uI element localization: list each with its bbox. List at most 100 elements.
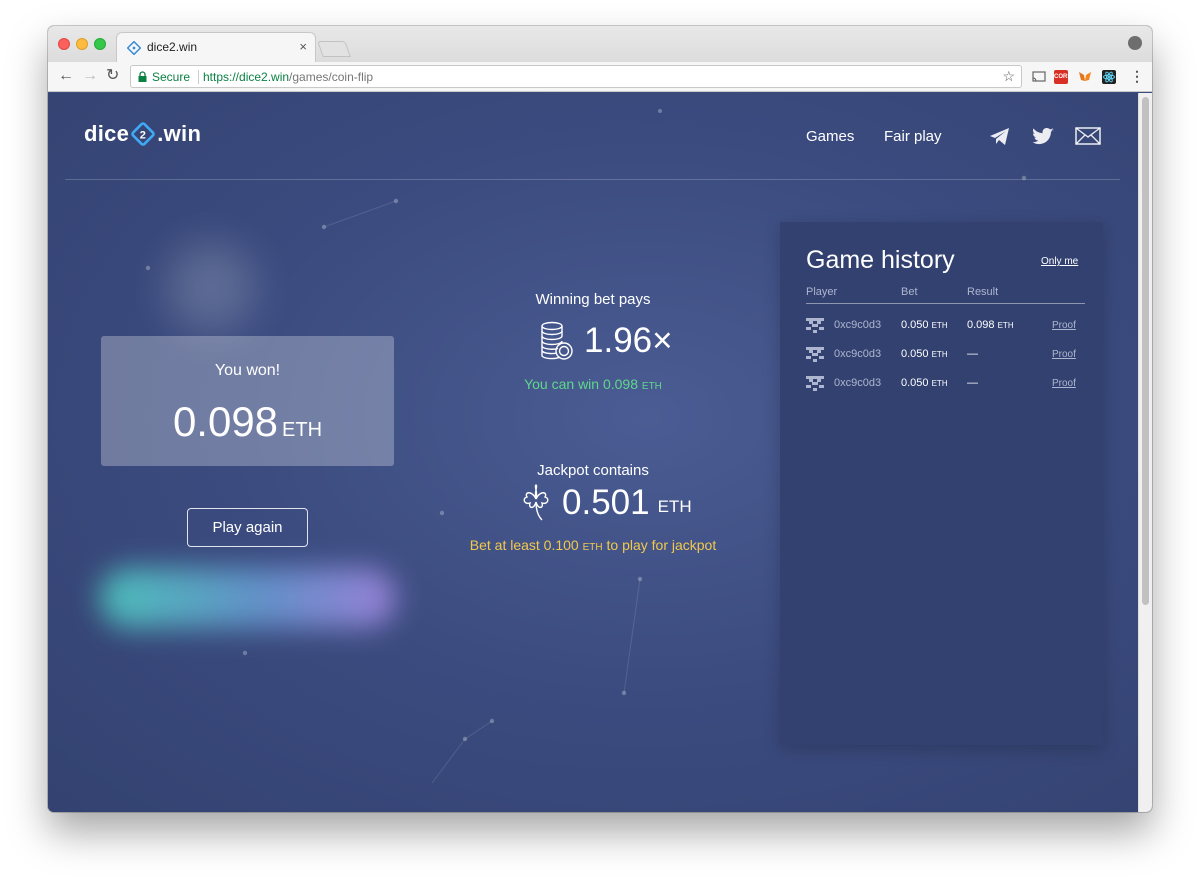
row-bet-value: 0.050: [901, 377, 929, 389]
row-result: 0.098 ETH: [967, 319, 1014, 331]
bookmark-star-icon[interactable]: ☆: [1002, 68, 1015, 85]
background-haze: [166, 243, 256, 333]
close-window-button[interactable]: [58, 38, 70, 50]
browser-toolbar: ← → ↻ Secure https://dice2.win/games/coi…: [48, 62, 1152, 92]
player-identicon-icon: [806, 376, 824, 391]
page-scrollbar[interactable]: [1138, 93, 1152, 812]
jackpot-note-suffix: to play for jackpot: [606, 537, 717, 553]
telegram-icon[interactable]: [989, 127, 1011, 147]
column-header-player: Player: [806, 286, 838, 298]
column-header-bet: Bet: [901, 286, 918, 298]
back-arrow-icon[interactable]: ←: [58, 67, 74, 85]
player-identicon-icon: [806, 318, 824, 333]
mail-icon[interactable]: [1075, 127, 1101, 145]
row-bet-unit: ETH: [931, 321, 948, 330]
react-devtools-icon[interactable]: [1102, 70, 1116, 84]
omnibox-divider: [198, 70, 199, 84]
jackpot-unit: ETH: [657, 497, 692, 516]
tab-close-icon[interactable]: ×: [299, 39, 307, 54]
row-result-unit: ETH: [997, 321, 1014, 330]
address-bar[interactable]: Secure https://dice2.win/games/coin-flip…: [130, 65, 1022, 88]
won-amount-unit: ETH: [282, 419, 323, 441]
jackpot-amount: 0.501 ETH: [520, 483, 692, 523]
row-result: —: [967, 348, 978, 360]
page-content: dice 2 .win Games Fair play You won! 0.0…: [48, 93, 1138, 812]
potential-win-text: You can win 0.098 ETH: [443, 376, 743, 392]
profile-icon[interactable]: [1128, 36, 1142, 50]
cors-extension-icon[interactable]: CORS: [1054, 70, 1071, 84]
row-result-value: —: [967, 377, 978, 389]
row-proof-link[interactable]: Proof: [1052, 320, 1076, 331]
row-player[interactable]: 0xc9c0d3: [834, 319, 881, 331]
logo-text-right: .win: [157, 121, 202, 146]
multiplier-value: 1.96×: [584, 321, 673, 360]
row-result-value: 0.098: [967, 319, 995, 331]
only-me-filter-link[interactable]: Only me: [1041, 256, 1078, 267]
result-amount: 0.098 ETH: [101, 398, 394, 446]
row-bet: 0.050 ETH: [901, 348, 948, 360]
potential-win-unit: ETH: [641, 381, 662, 392]
row-bet-value: 0.050: [901, 348, 929, 360]
jackpot-min-bet: Bet at least 0.100: [469, 537, 579, 553]
winning-bet-label: Winning bet pays: [535, 291, 651, 308]
row-proof-link[interactable]: Proof: [1052, 349, 1076, 360]
result-title: You won!: [214, 362, 281, 379]
header-divider: [65, 179, 1120, 180]
dice-favicon-icon: [127, 41, 141, 55]
forward-arrow-icon[interactable]: →: [82, 67, 98, 85]
row-result: —: [967, 377, 978, 389]
history-row: 0xc9c0d3 0.050 ETH 0.098 ETH Proof: [806, 317, 1085, 335]
clover-icon: [523, 484, 549, 521]
row-bet: 0.050 ETH: [901, 377, 948, 389]
zoom-window-button[interactable]: [94, 38, 106, 50]
tab-bar: dice2.win ×: [48, 26, 1152, 62]
play-again-button[interactable]: Play again: [187, 508, 308, 547]
game-history-panel: Game history Only me Player Bet Result 0…: [780, 222, 1103, 745]
new-tab-button[interactable]: [317, 41, 351, 57]
jackpot-min-bet-unit: ETH: [582, 542, 603, 553]
cast-icon[interactable]: [1032, 70, 1046, 84]
minimize-window-button[interactable]: [76, 38, 88, 50]
history-row: 0xc9c0d3 0.050 ETH — Proof: [806, 375, 1085, 393]
result-card: You won! 0.098 ETH: [101, 336, 394, 466]
history-row: 0xc9c0d3 0.050 ETH — Proof: [806, 346, 1085, 364]
dice2win-logo[interactable]: dice 2 .win: [84, 121, 201, 147]
url-path: /games/coin-flip: [289, 70, 374, 84]
row-proof-link[interactable]: Proof: [1052, 378, 1076, 389]
twitter-icon[interactable]: [1033, 127, 1055, 147]
column-header-result: Result: [967, 286, 999, 298]
logo-text-left: dice: [84, 121, 130, 146]
lock-icon: [138, 71, 147, 82]
jackpot-label: Jackpot contains: [537, 462, 649, 479]
svg-text:2: 2: [140, 130, 146, 142]
nav-fair-play[interactable]: Fair play: [884, 128, 942, 145]
metamask-fox-icon[interactable]: [1078, 70, 1092, 84]
secure-label: Secure: [152, 70, 191, 84]
coins-stack-icon: [541, 321, 573, 360]
browser-window: dice2.win × ← → ↻ Secure https://dice2.w…: [48, 26, 1152, 812]
reload-icon[interactable]: ↻: [106, 67, 119, 85]
tab-title: dice2.win: [147, 40, 198, 54]
payout-multiplier: 1.96×: [538, 320, 673, 362]
history-header-divider: [806, 303, 1085, 304]
url-domain: https://dice2.win: [203, 70, 290, 84]
row-player[interactable]: 0xc9c0d3: [834, 377, 881, 389]
browser-menu-icon[interactable]: ⋮: [1130, 67, 1144, 85]
nav-games[interactable]: Games: [806, 128, 854, 145]
dice-logo-icon: 2: [131, 122, 156, 146]
row-bet-unit: ETH: [931, 379, 948, 388]
row-bet-unit: ETH: [931, 350, 948, 359]
jackpot-requirement-text: Bet at least 0.100 ETH to play for jackp…: [418, 537, 768, 553]
player-identicon-icon: [806, 347, 824, 362]
row-result-value: —: [967, 348, 978, 360]
game-history-title: Game history: [806, 246, 955, 274]
potential-win-amount: You can win 0.098: [524, 376, 639, 392]
glow-decoration: [100, 568, 396, 628]
row-bet: 0.050 ETH: [901, 319, 948, 331]
row-bet-value: 0.050: [901, 319, 929, 331]
scrollbar-thumb[interactable]: [1142, 97, 1149, 605]
browser-tab[interactable]: dice2.win ×: [116, 32, 316, 62]
url-text[interactable]: https://dice2.win/games/coin-flip: [203, 70, 373, 84]
row-player[interactable]: 0xc9c0d3: [834, 348, 881, 360]
jackpot-value: 0.501: [562, 483, 650, 522]
